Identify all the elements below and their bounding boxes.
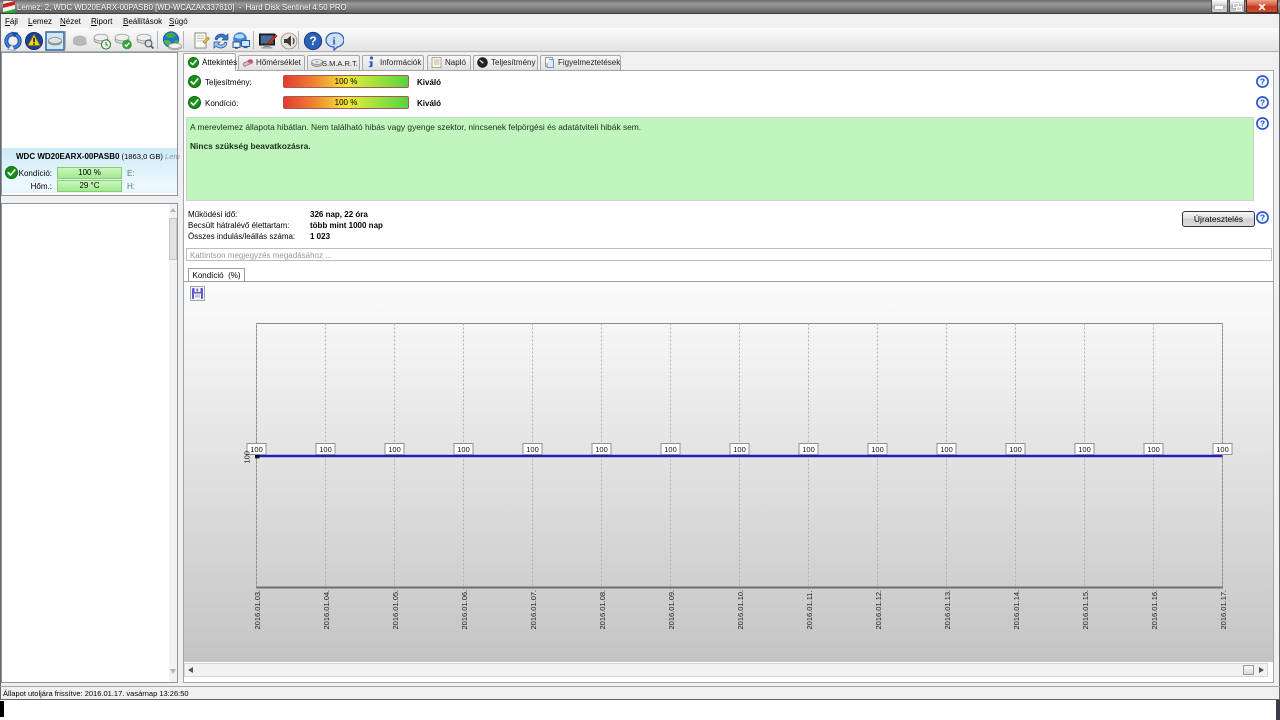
svg-text:100: 100 (250, 445, 263, 454)
svg-text:100: 100 (733, 445, 746, 454)
svg-text:100: 100 (388, 445, 401, 454)
svg-text:2016.01.17.: 2016.01.17. (1219, 590, 1228, 630)
svg-text:100: 100 (940, 445, 953, 454)
svg-text:2016.01.13.: 2016.01.13. (943, 590, 952, 630)
svg-text:100: 100 (802, 445, 815, 454)
svg-text:100: 100 (595, 445, 608, 454)
svg-text:2016.01.10.: 2016.01.10. (736, 590, 745, 630)
svg-text:100: 100 (457, 445, 470, 454)
svg-text:2016.01.12.: 2016.01.12. (874, 590, 883, 630)
svg-text:2016.01.16.: 2016.01.16. (1150, 590, 1159, 630)
svg-text:100: 100 (1216, 445, 1229, 454)
svg-text:2016.01.14.: 2016.01.14. (1012, 590, 1021, 630)
svg-text:2016.01.11.: 2016.01.11. (805, 590, 814, 629)
svg-text:100: 100 (871, 445, 884, 454)
svg-text:100: 100 (664, 445, 677, 454)
svg-text:2016.01.04.: 2016.01.04. (322, 590, 331, 630)
svg-text:2016.01.15.: 2016.01.15. (1081, 590, 1090, 630)
svg-text:2016.01.07.: 2016.01.07. (529, 590, 538, 630)
svg-text:100: 100 (319, 445, 332, 454)
svg-text:2016.01.09.: 2016.01.09. (667, 590, 676, 630)
svg-text:100: 100 (1078, 445, 1091, 454)
svg-text:100: 100 (526, 445, 539, 454)
svg-text:100: 100 (1147, 445, 1160, 454)
svg-text:100: 100 (243, 451, 252, 464)
svg-text:2016.01.08.: 2016.01.08. (598, 590, 607, 630)
svg-text:2016.01.03.: 2016.01.03. (253, 590, 262, 630)
svg-text:100: 100 (1009, 445, 1022, 454)
svg-text:2016.01.05.: 2016.01.05. (391, 590, 400, 630)
svg-text:2016.01.06.: 2016.01.06. (460, 590, 469, 630)
